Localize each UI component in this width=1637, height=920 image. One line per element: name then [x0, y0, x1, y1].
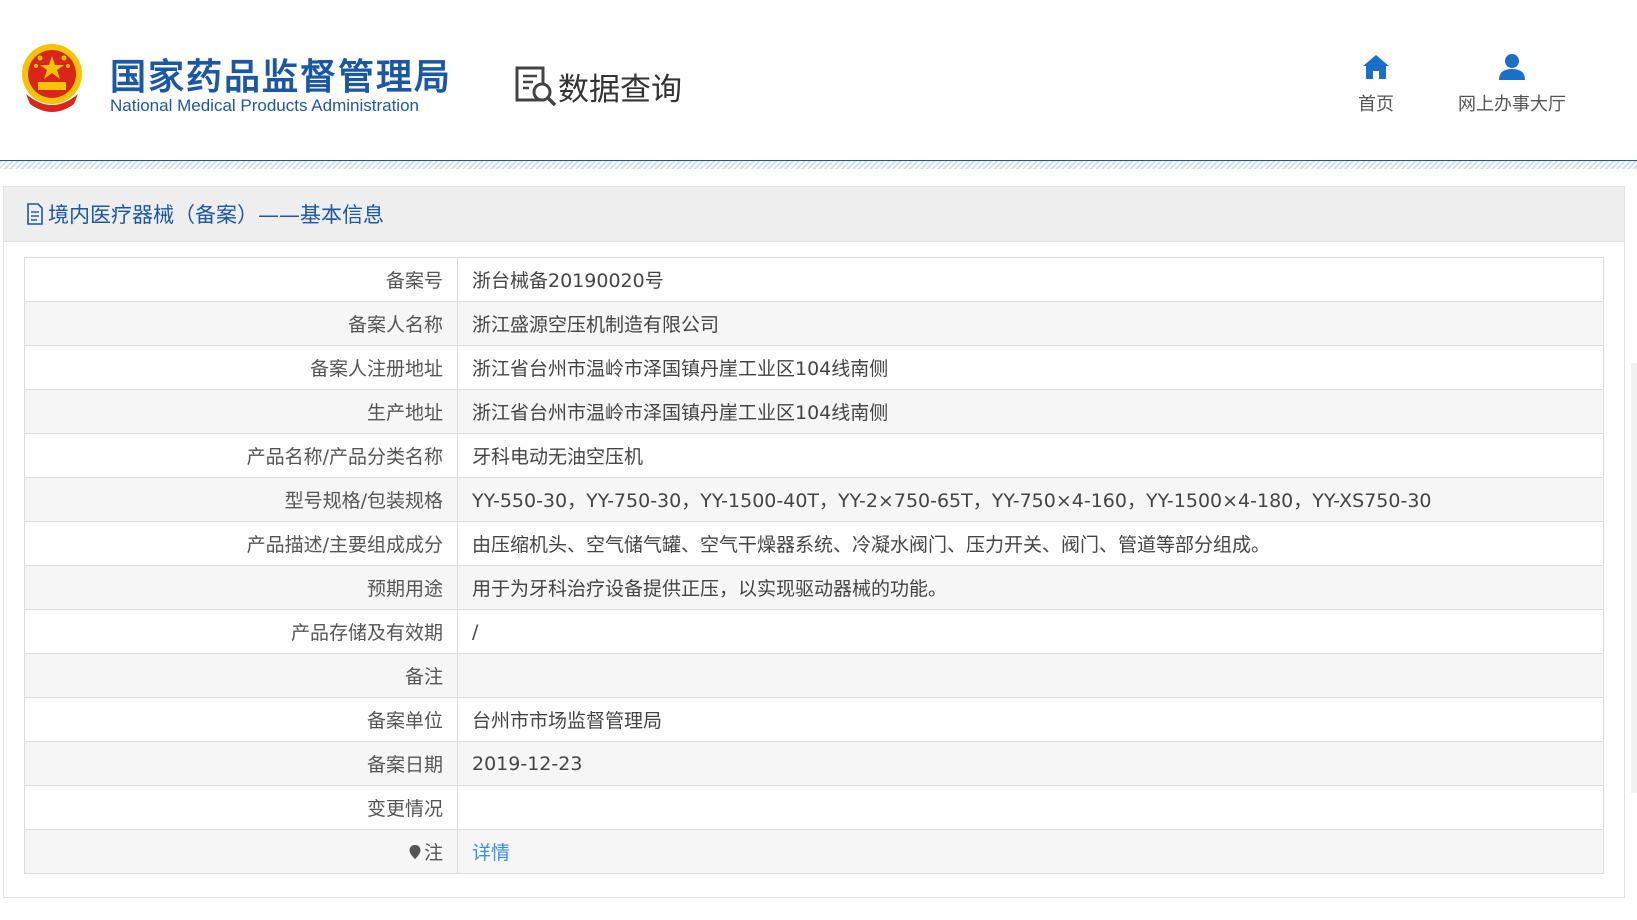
- org-name-en: National Medical Products Administration: [110, 96, 419, 115]
- row-value: 浙江省台州市温岭市泽国镇丹崖工业区104线南侧: [457, 345, 1604, 390]
- nav-home-label: 首页: [1358, 94, 1394, 115]
- header-divider: [0, 160, 1637, 169]
- scrollbar[interactable]: [1631, 363, 1637, 793]
- row-value: [457, 785, 1604, 830]
- note-value-cell: 详情: [457, 829, 1604, 874]
- row-label: 产品名称/产品分类名称: [24, 433, 458, 478]
- table-row: 备案日期 2019-12-23: [24, 741, 1604, 786]
- basic-info-table: 备案号 浙台械备20190020号 备案人名称 浙江盛源空压机制造有限公司 备案…: [24, 257, 1604, 874]
- row-label: 型号规格/包装规格: [24, 477, 458, 522]
- table-row: 备案单位 台州市市场监督管理局: [24, 697, 1604, 742]
- page-title: 数据查询: [558, 72, 682, 108]
- table-row: 产品描述/主要组成成分 由压缩机头、空气储气罐、空气干燥器系统、冷凝水阀门、压力…: [24, 521, 1604, 566]
- table-row: 产品名称/产品分类名称 牙科电动无油空压机: [24, 433, 1604, 478]
- row-label: 备案人注册地址: [24, 345, 458, 390]
- row-label: 备案人名称: [24, 301, 458, 346]
- table-row: 备注: [24, 653, 1604, 698]
- row-label: 预期用途: [24, 565, 458, 610]
- table-row: 产品存储及有效期 /: [24, 609, 1604, 654]
- row-label: 生产地址: [24, 389, 458, 434]
- panel-title: 境内医疗器械（备案）——基本信息: [48, 203, 384, 227]
- row-value: 牙科电动无油空压机: [457, 433, 1604, 478]
- table-row: 备案人注册地址 浙江省台州市温岭市泽国镇丹崖工业区104线南侧: [24, 345, 1604, 390]
- row-value: 浙江盛源空压机制造有限公司: [457, 301, 1604, 346]
- row-value: 浙台械备20190020号: [457, 257, 1604, 302]
- table-row: 备案号 浙台械备20190020号: [24, 257, 1604, 302]
- table-row: 预期用途 用于为牙科治疗设备提供正压，以实现驱动器械的功能。: [24, 565, 1604, 610]
- nav-home-link[interactable]: 首页: [1354, 52, 1398, 116]
- row-value: 2019-12-23: [457, 741, 1604, 786]
- note-label: 注: [423, 842, 443, 864]
- row-label: 备案单位: [24, 697, 458, 742]
- panel-header: 境内医疗器械（备案）——基本信息: [4, 187, 1624, 242]
- row-value: YY-550-30，YY-750-30，YY-1500-40T，YY-2×750…: [457, 477, 1604, 522]
- row-value: [457, 653, 1604, 698]
- basic-info-panel: 境内医疗器械（备案）——基本信息 备案号 浙台械备20190020号 备案人名称…: [3, 186, 1625, 898]
- national-emblem-icon: [22, 44, 82, 112]
- table-row: 型号规格/包装规格 YY-550-30，YY-750-30，YY-1500-40…: [24, 477, 1604, 522]
- row-label: 产品描述/主要组成成分: [24, 521, 458, 566]
- table-row: 生产地址 浙江省台州市温岭市泽国镇丹崖工业区104线南侧: [24, 389, 1604, 434]
- org-name-cn: 国家药品监督管理局: [110, 57, 453, 98]
- row-label: 备案号: [24, 257, 458, 302]
- site-header: 国家药品监督管理局 National Medical Products Admi…: [0, 0, 1637, 160]
- row-value: 用于为牙科治疗设备提供正压，以实现驱动器械的功能。: [457, 565, 1604, 610]
- document-icon: [27, 203, 43, 225]
- row-label: 备案日期: [24, 741, 458, 786]
- table-row: 变更情况: [24, 785, 1604, 830]
- note-row: 注 详情: [24, 829, 1604, 874]
- location-pin-icon: [409, 845, 421, 859]
- row-label: 变更情况: [24, 785, 458, 830]
- row-label: 产品存储及有效期: [24, 609, 458, 654]
- nav-online-office-label: 网上办事大厅: [1458, 94, 1566, 115]
- data-query-icon: [515, 66, 557, 107]
- row-value: 浙江省台州市温岭市泽国镇丹崖工业区104线南侧: [457, 389, 1604, 434]
- note-label-cell: 注: [24, 829, 458, 874]
- home-icon: [1363, 55, 1389, 79]
- row-label: 备注: [24, 653, 458, 698]
- nav-online-office-link[interactable]: 网上办事大厅: [1450, 52, 1574, 116]
- row-value: 由压缩机头、空气储气罐、空气干燥器系统、冷凝水阀门、压力开关、阀门、管道等部分组…: [457, 521, 1604, 566]
- table-row: 备案人名称 浙江盛源空压机制造有限公司: [24, 301, 1604, 346]
- row-value: /: [457, 609, 1604, 654]
- row-value: 台州市市场监督管理局: [457, 697, 1604, 742]
- details-link[interactable]: 详情: [472, 842, 510, 864]
- user-icon: [1499, 54, 1525, 80]
